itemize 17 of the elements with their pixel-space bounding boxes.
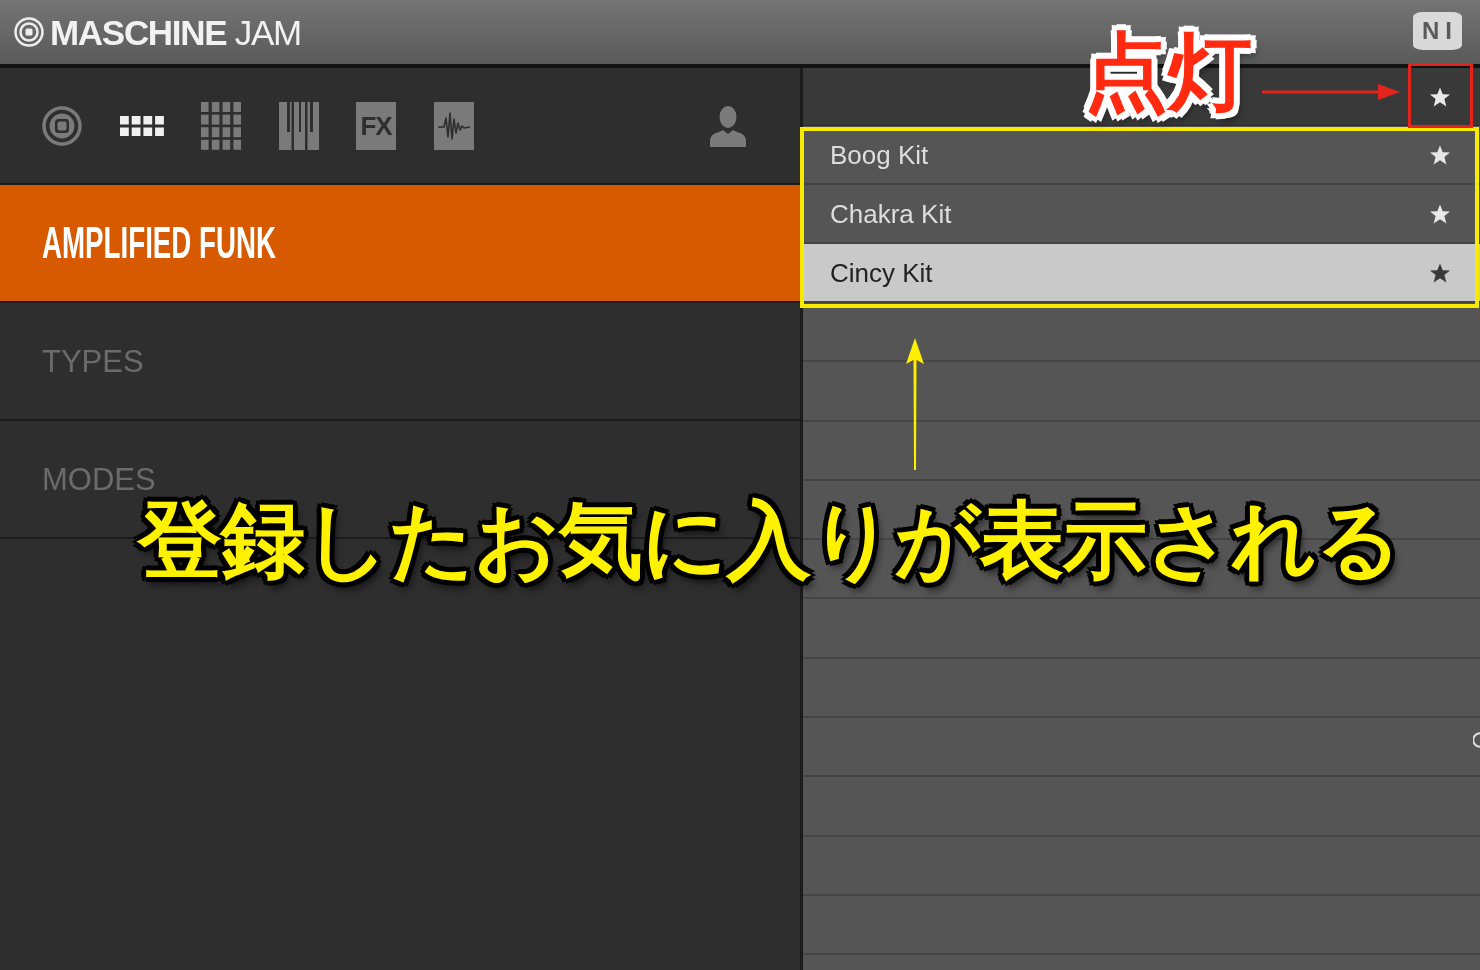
star-icon[interactable] xyxy=(1430,262,1450,283)
user-icon[interactable] xyxy=(710,104,746,147)
grid-icon[interactable] xyxy=(201,101,241,150)
piano-keys-icon[interactable] xyxy=(278,101,319,150)
fx-button[interactable]: FX xyxy=(356,101,396,150)
brand-logo: NI xyxy=(1413,12,1462,50)
preset-row[interactable]: Cincy Kit xyxy=(803,244,1480,303)
ring-icon[interactable] xyxy=(42,105,82,146)
small-grid-icon[interactable] xyxy=(119,115,164,136)
waveform-icon[interactable] xyxy=(433,101,474,150)
ring-icon xyxy=(1473,732,1480,748)
star-icon[interactable] xyxy=(1430,203,1450,224)
star-icon[interactable] xyxy=(1430,86,1450,107)
app-title: MASCHINE JAM xyxy=(50,14,301,50)
star-icon[interactable] xyxy=(1430,144,1450,165)
logo-icon xyxy=(14,17,44,47)
sidebar-item[interactable]: AMPLIFIED FUNK xyxy=(0,185,800,303)
